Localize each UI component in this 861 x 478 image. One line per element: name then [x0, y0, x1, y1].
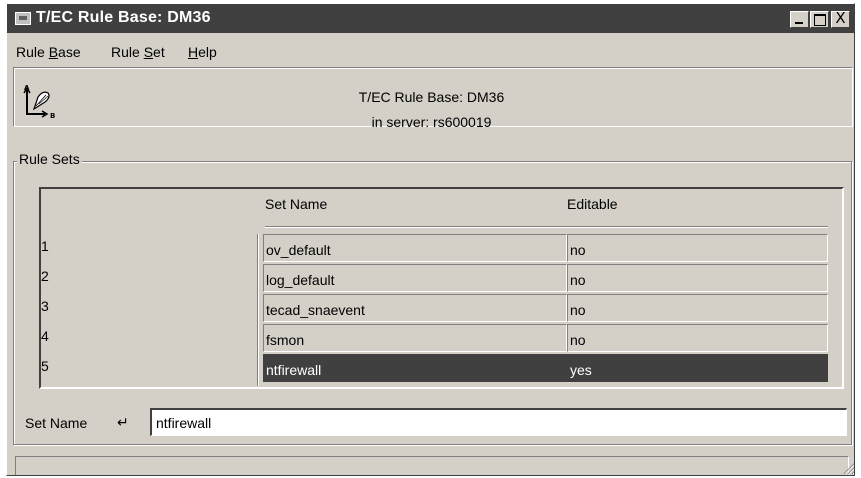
row-number: 1 [41, 238, 49, 254]
cell-editable[interactable]: no [567, 264, 828, 292]
cell-editable[interactable]: no [567, 234, 828, 262]
row-label-divider [257, 234, 259, 386]
cell-set-name[interactable]: fsmon [263, 324, 567, 352]
cell-set-name-selected[interactable]: ntfirewall [263, 354, 567, 382]
title-bar[interactable]: T/EC Rule Base: DM36 X [7, 4, 854, 33]
set-name-label: Set Name [25, 415, 88, 431]
column-header-editable[interactable]: Editable [567, 196, 618, 212]
app-icon[interactable] [15, 12, 31, 25]
window-title: T/EC Rule Base: DM36 [36, 9, 211, 26]
cell-set-name[interactable]: tecad_snaevent [263, 294, 567, 322]
cell-set-name[interactable]: log_default [263, 264, 567, 292]
cell-editable-selected[interactable]: yes [567, 354, 828, 382]
menu-rule-base[interactable]: Rule Base [16, 44, 81, 60]
menu-bar: Rule Base Rule Set Help [7, 33, 854, 63]
header-divider [265, 226, 828, 228]
enter-arrow-icon: ↵ [117, 415, 129, 431]
row-number: 3 [41, 298, 49, 314]
header-server: in server: rs600019 [371, 114, 492, 130]
cell-editable[interactable]: no [567, 294, 828, 322]
resize-grip-icon[interactable] [843, 462, 855, 475]
rule-base-window: T/EC Rule Base: DM36 X Rule Base Rule Se… [6, 3, 855, 476]
header-title: T/EC Rule Base: DM36 [358, 89, 505, 105]
status-bar [15, 456, 849, 475]
minimize-button[interactable] [790, 11, 809, 28]
menu-help[interactable]: Help [188, 44, 217, 60]
row-number: 4 [41, 328, 49, 344]
row-number: 5 [41, 358, 49, 374]
rule-sets-legend: Rule Sets [17, 151, 82, 167]
row-number: 2 [41, 268, 49, 284]
column-header-set-name[interactable]: Set Name [265, 196, 327, 212]
menu-rule-set[interactable]: Rule Set [111, 44, 165, 60]
cell-set-name[interactable]: ov_default [263, 234, 567, 262]
maximize-button[interactable] [810, 11, 829, 28]
close-icon: X [835, 9, 846, 27]
set-name-input[interactable] [150, 408, 847, 436]
close-button[interactable]: X [831, 9, 850, 28]
cell-editable[interactable]: no [567, 324, 828, 352]
